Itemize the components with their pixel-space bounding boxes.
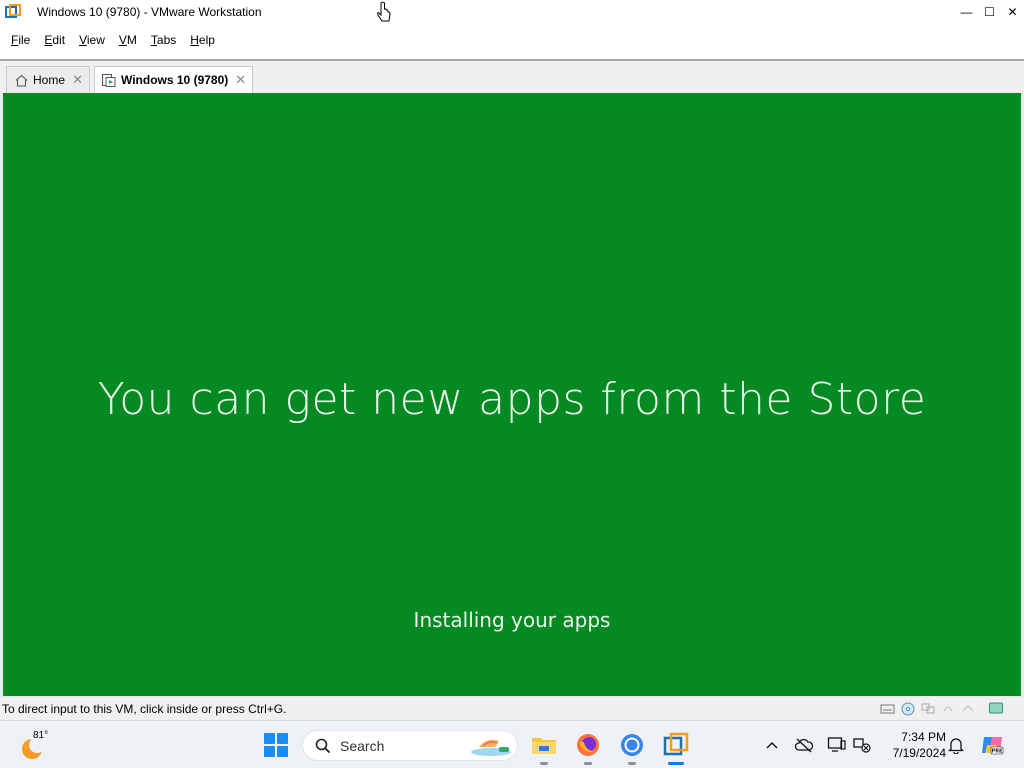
search-highlight-icon [471,739,511,756]
tab-windows-10-vm[interactable]: Windows 10 (9780) ✕ [94,66,253,93]
menu-help[interactable]: Help [183,33,222,47]
copilot-icon[interactable]: PRE [980,733,1004,757]
search-label: Search [340,737,385,754]
status-message: To direct input to this VM, click inside… [2,701,287,716]
maximize-button[interactable]: ☐ [978,0,1001,24]
vmware-workstation-icon[interactable] [662,731,690,765]
vm-headline: You can get new apps from the Store [97,374,927,425]
clock-date: 7/19/2024 [892,746,946,760]
home-icon [14,73,28,87]
cloud-offline-icon[interactable] [794,735,814,755]
menu-bar: File Edit View VM Tabs Help [0,28,222,52]
menu-file[interactable]: File [4,33,37,47]
menu-vm[interactable]: VM [112,33,144,47]
tab-home[interactable]: Home ✕ [6,66,90,93]
cd-rom-icon[interactable] [900,701,916,716]
running-indicator [540,762,548,765]
clock-time: 7:34 PM [901,730,946,744]
running-indicator [584,762,592,765]
tab-home-label: Home [33,73,66,87]
window-title: Windows 10 (9780) - VMware Workstation [37,5,262,19]
menu-edit[interactable]: Edit [37,33,72,47]
running-indicator [628,762,636,765]
vm-status-text: Installing your apps [413,608,611,632]
minimize-button[interactable]: — [955,0,978,24]
vmware-app-icon [5,4,21,20]
network-adapter-icon[interactable] [920,701,936,716]
status-bar: To direct input to this VM, click inside… [0,697,1024,720]
chrome-icon[interactable] [618,731,646,765]
hand-cursor-icon [377,1,391,22]
tab-vm-label: Windows 10 (9780) [121,73,229,87]
active-indicator [668,762,684,765]
usb-device-icon[interactable] [940,701,956,716]
close-tab-icon[interactable]: ✕ [72,72,83,88]
title-bar: Windows 10 (9780) - VMware Workstation —… [0,0,1024,24]
display-icon[interactable] [827,735,847,755]
search-icon [315,738,331,753]
menu-view[interactable]: View [72,33,112,47]
system-clock[interactable]: 7:34 PM 7/19/2024 [880,729,946,761]
start-button[interactable] [264,733,288,757]
sound-card-icon[interactable] [960,701,976,716]
windows-taskbar: 81° Search 7:34 PM 7/19/2024 PRE [0,720,1024,768]
tab-bar: Home ✕ Windows 10 (9780) ✕ [0,61,1024,93]
hard-disk-icon[interactable] [880,701,896,716]
file-explorer-icon[interactable] [530,731,558,765]
network-disconnected-icon[interactable] [852,735,872,755]
weather-temperature[interactable]: 81° [33,730,48,741]
close-button[interactable]: ✕ [1001,0,1024,24]
firefox-icon[interactable] [574,731,602,765]
taskbar-search-box[interactable]: Search [302,730,518,761]
vm-icon [102,73,116,87]
close-tab-icon[interactable]: ✕ [235,72,246,88]
message-log-icon[interactable] [988,701,1004,716]
chevron-up-icon[interactable] [762,735,782,755]
device-status-icons [880,701,1004,716]
svg-text:PRE: PRE [992,749,1004,755]
menu-tabs[interactable]: Tabs [144,33,183,47]
window-controls: — ☐ ✕ [955,0,1024,24]
notification-bell-icon[interactable] [946,735,966,755]
